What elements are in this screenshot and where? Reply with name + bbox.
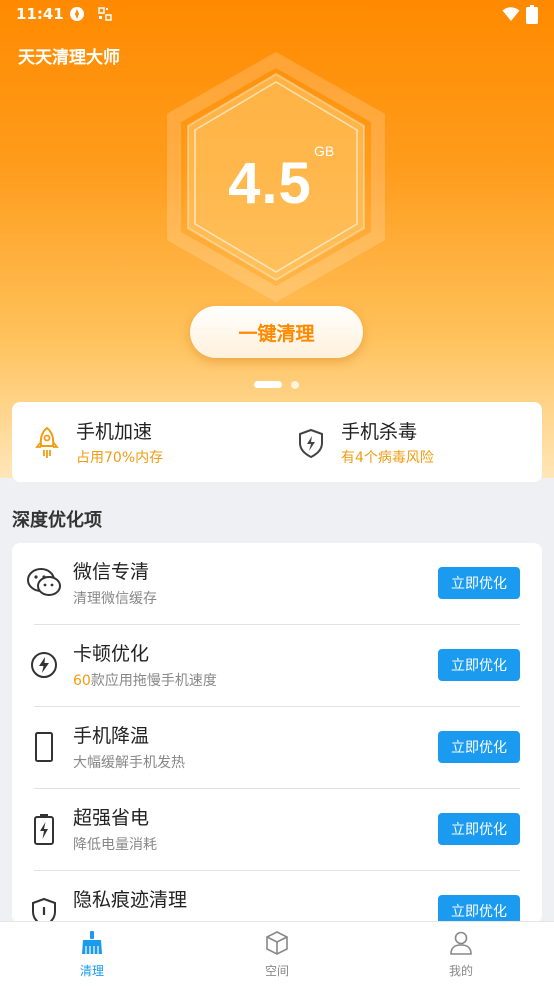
item-title: 超强省电 [73, 807, 150, 829]
storage-unit: GB [314, 143, 335, 159]
status-bar: 11:41 [0, 0, 554, 30]
tab-clean-label: 清理 [79, 964, 104, 978]
speedup-subtitle: 占用70%内存 [76, 450, 164, 466]
box-icon [266, 931, 288, 955]
tab-mine-label: 我的 [448, 964, 473, 978]
list-item: 手机降温 大幅缓解手机发热 立即优化 [12, 707, 542, 789]
bottom-tab-bar: 清理 空间 我的 [0, 921, 554, 986]
item-title: 卡顿优化 [73, 643, 150, 665]
optimize-now-button[interactable]: 立即优化 [438, 567, 520, 599]
status-time: 11:41 [16, 5, 64, 23]
phone-icon [35, 732, 53, 762]
optimize-now-button[interactable]: 立即优化 [438, 895, 520, 923]
wechat-icon [27, 568, 61, 596]
antivirus-title: 手机杀毒 [341, 421, 418, 443]
one-click-clean-button[interactable]: 一键清理 [190, 306, 363, 358]
item-subtitle-text: 款应用拖慢手机速度 [90, 673, 217, 689]
list-item: 超强省电 降低电量消耗 立即优化 [12, 789, 542, 871]
item-subtitle: 60款应用拖慢手机速度 [73, 670, 217, 690]
sync-icon [70, 7, 84, 21]
item-subtitle: 降低电量消耗 [73, 837, 157, 853]
list-item: 微信专清 清理微信缓存 立即优化 [12, 543, 542, 625]
user-icon [450, 931, 472, 955]
optimize-now-button[interactable]: 立即优化 [438, 731, 520, 763]
lightning-icon [31, 652, 57, 678]
phone-antivirus-item[interactable]: 手机杀毒 有4个病毒风险 [277, 402, 542, 482]
tab-space[interactable]: 空间 [227, 922, 327, 986]
shield-icon [299, 428, 323, 459]
optimize-list: 微信专清 清理微信缓存 立即优化 卡顿优化 60款应用拖慢手机速度 立即优化 手… [12, 543, 542, 923]
network-icon [98, 7, 112, 21]
tab-clean[interactable]: 清理 [42, 922, 142, 986]
battery-status-icon [526, 5, 538, 24]
optimize-now-button[interactable]: 立即优化 [438, 813, 520, 845]
list-item: 隐私痕迹清理 立即优化 [12, 871, 542, 923]
broom-icon [82, 931, 102, 954]
item-title: 微信专清 [73, 561, 150, 583]
item-subtitle: 大幅缓解手机发热 [73, 755, 185, 771]
tab-mine[interactable]: 我的 [411, 922, 511, 986]
antivirus-subtitle: 有4个病毒风险 [341, 450, 434, 466]
privacy-shield-icon [32, 897, 56, 923]
section-title: 深度优化项 [12, 510, 102, 531]
speedup-title: 手机加速 [76, 421, 153, 443]
wifi-icon [502, 7, 520, 21]
storage-value: 4.5 [228, 151, 312, 216]
item-title: 手机降温 [73, 725, 150, 747]
app-title: 天天清理大师 [18, 48, 120, 68]
tab-space-label: 空间 [264, 964, 289, 978]
optimize-now-button[interactable]: 立即优化 [438, 649, 520, 681]
battery-icon [34, 814, 54, 845]
quick-actions-card: 手机加速 占用70%内存 手机杀毒 有4个病毒风险 [12, 402, 542, 482]
item-title: 隐私痕迹清理 [73, 889, 188, 911]
item-subtitle: 清理微信缓存 [73, 591, 157, 607]
carousel-dot-active[interactable] [254, 381, 282, 388]
phone-speedup-item[interactable]: 手机加速 占用70%内存 [12, 402, 277, 482]
carousel-dot[interactable] [291, 381, 299, 389]
rocket-icon [35, 426, 59, 458]
app-count-highlight: 60 [73, 673, 91, 689]
list-item: 卡顿优化 60款应用拖慢手机速度 立即优化 [12, 625, 542, 707]
